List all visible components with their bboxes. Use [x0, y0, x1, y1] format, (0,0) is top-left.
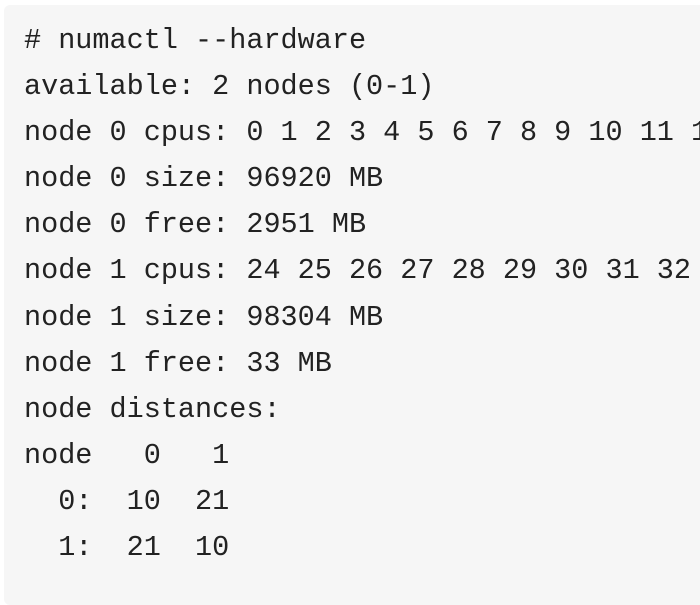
code-lines: # numactl --hardware available: 2 nodes …	[24, 24, 700, 582]
code-line-node0-cpus: node 0 cpus: 0 1 2 3 4 5 6 7 8 9 10 11 1…	[24, 116, 700, 150]
code-line-available: available: 2 nodes (0-1)	[24, 70, 435, 104]
code-line-distances-row-1: 1: 21 10	[24, 531, 230, 565]
code-line-node0-free: node 0 free: 2951 MB	[24, 208, 367, 242]
code-line-node1-free: node 1 free: 33 MB	[24, 346, 332, 380]
code-line-node0-size: node 0 size: 96920 MB	[24, 162, 384, 196]
code-line-command: # numactl --hardware	[24, 24, 367, 57]
code-line-distances-heading: node distances:	[24, 392, 281, 426]
code-line-distances-row-0: 0: 10 21	[24, 484, 230, 518]
code-line-node1-cpus: node 1 cpus: 24 25 26 27 28 29 30 31 32	[24, 254, 692, 288]
code-line-distances-header: node 0 1	[24, 438, 230, 472]
terminal-code-block: # numactl --hardware available: 2 nodes …	[4, 5, 700, 605]
code-line-node1-size: node 1 size: 98304 MB	[24, 300, 384, 334]
